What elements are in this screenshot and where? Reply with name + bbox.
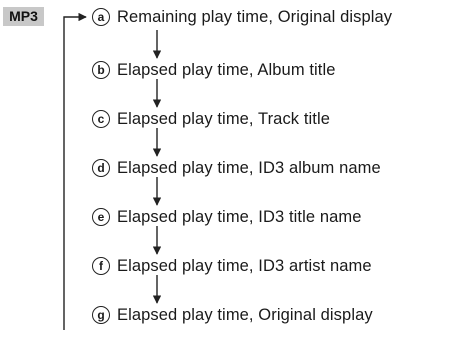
item-a-text: Remaining play time, Original display: [117, 7, 393, 26]
item-f: f Elapsed play time, ID3 artist name: [92, 253, 372, 279]
circled-letter-e: e: [92, 208, 110, 226]
loop-back-line: [63, 12, 87, 330]
circled-letter-f: f: [92, 257, 110, 275]
item-d-text: Elapsed play time, ID3 album name: [117, 158, 381, 177]
item-d: d Elapsed play time, ID3 album name: [92, 155, 381, 181]
item-c: c Elapsed play time, Track title: [92, 106, 330, 132]
item-b: b Elapsed play time, Album title: [92, 57, 336, 83]
circled-letter-a: a: [92, 8, 110, 26]
item-g-text: Elapsed play time, Original display: [117, 305, 373, 324]
circled-letter-d: d: [92, 159, 110, 177]
circled-letter-g: g: [92, 306, 110, 324]
item-g: g Elapsed play time, Original display: [92, 302, 373, 328]
item-e: e Elapsed play time, ID3 title name: [92, 204, 362, 230]
item-e-text: Elapsed play time, ID3 title name: [117, 207, 362, 226]
item-b-text: Elapsed play time, Album title: [117, 60, 336, 79]
item-f-text: Elapsed play time, ID3 artist name: [117, 256, 372, 275]
item-a: a Remaining play time, Original display: [92, 4, 392, 30]
circled-letter-c: c: [92, 110, 110, 128]
item-c-text: Elapsed play time, Track title: [117, 109, 331, 128]
circled-letter-b: b: [92, 61, 110, 79]
